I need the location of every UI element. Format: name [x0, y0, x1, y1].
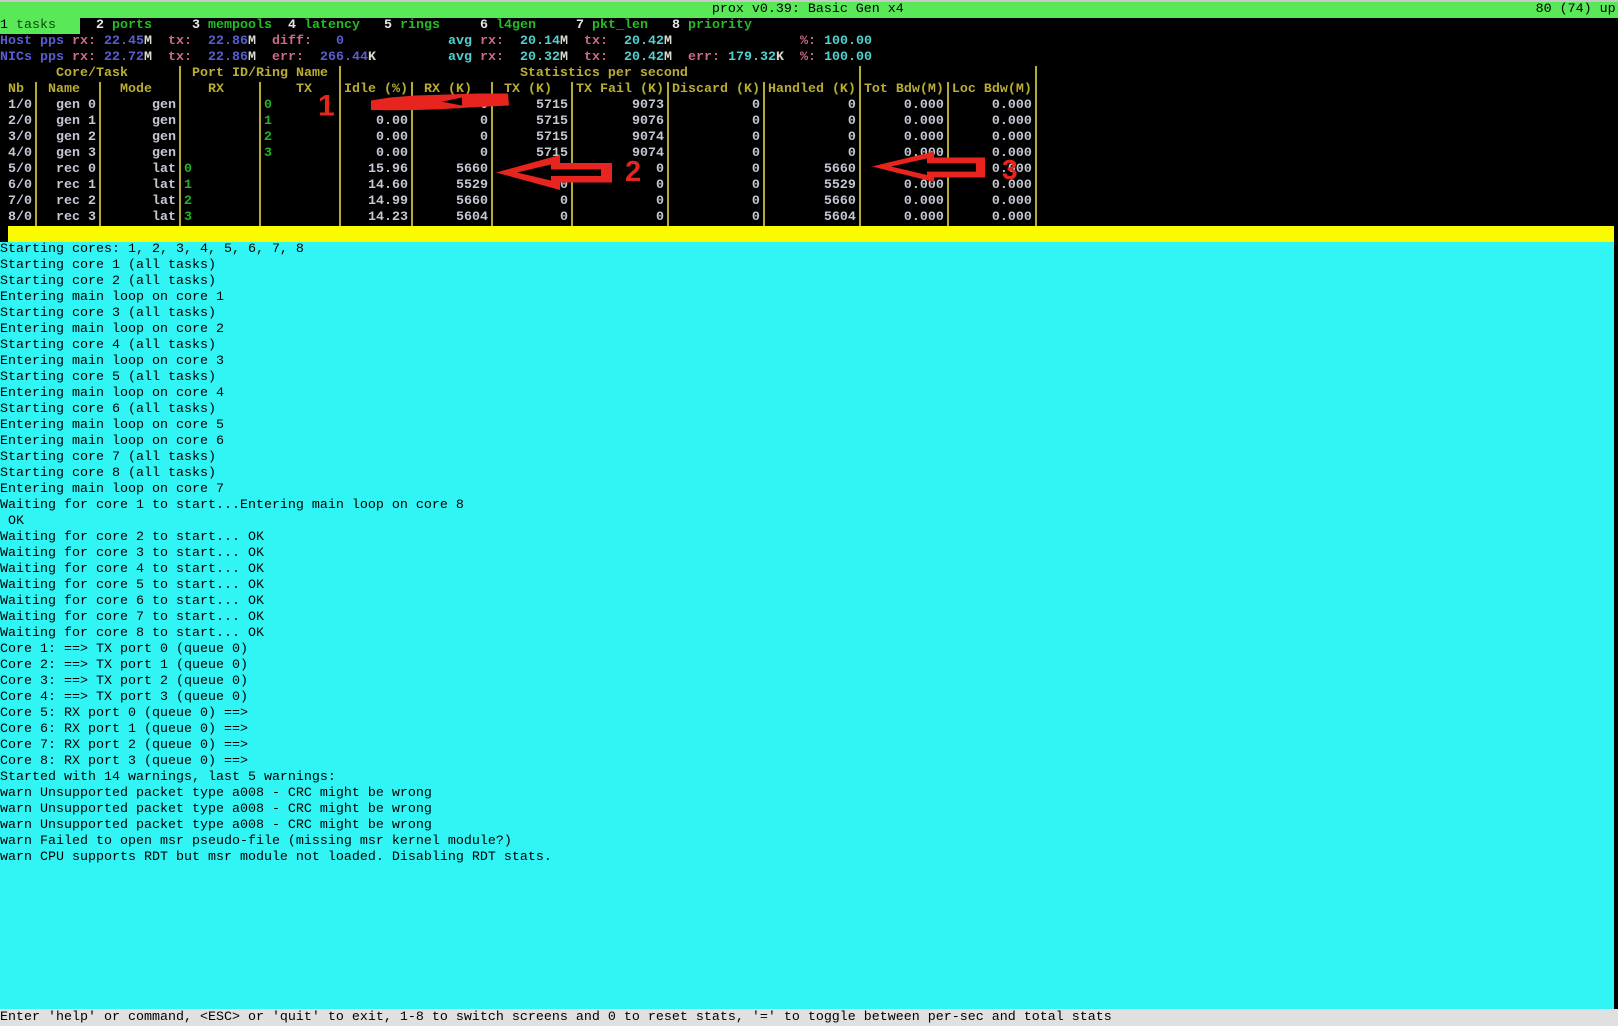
- svg-text:2: 2: [625, 156, 641, 188]
- svg-text:3: 3: [1002, 154, 1018, 185]
- svg-text:1: 1: [318, 90, 335, 123]
